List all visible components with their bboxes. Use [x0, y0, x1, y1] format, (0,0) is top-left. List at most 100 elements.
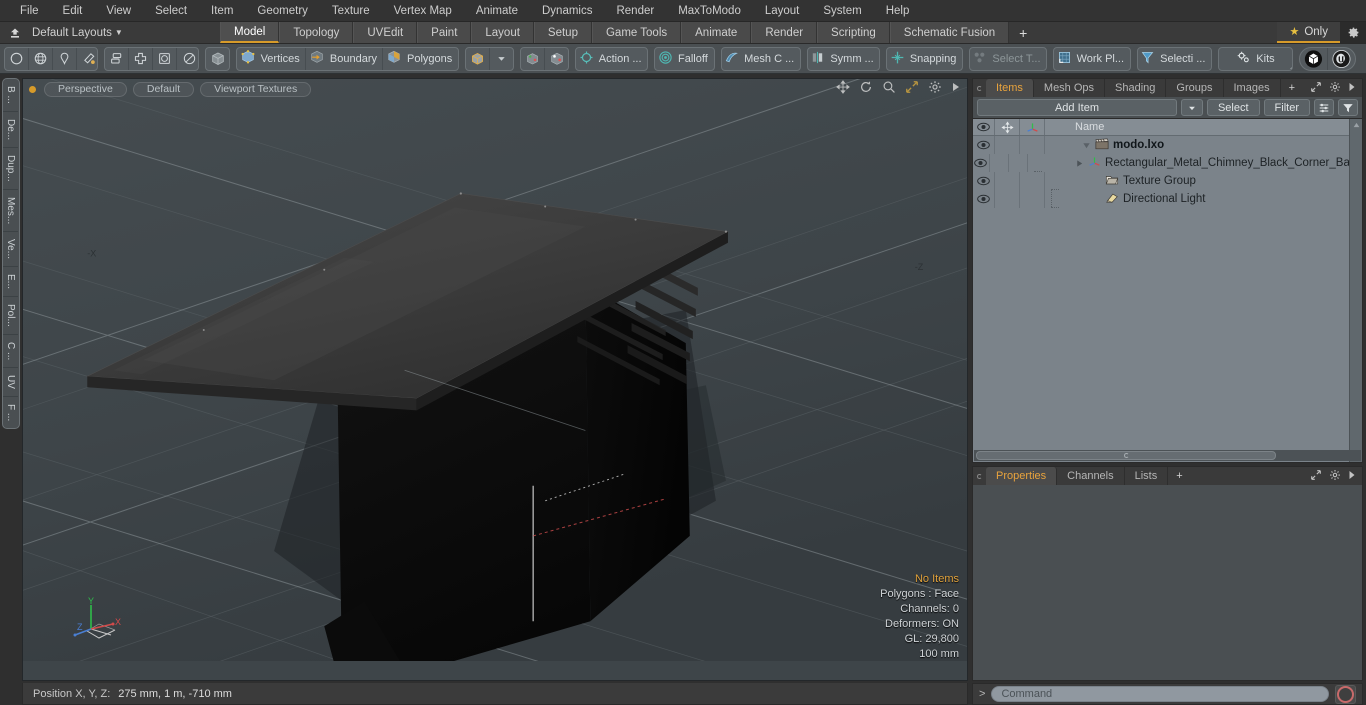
- menu-item-texture[interactable]: Texture: [320, 0, 382, 22]
- row-eye-icon[interactable]: [973, 172, 995, 190]
- hscrollbar-thumb[interactable]: [976, 451, 1276, 460]
- row-axis-cell[interactable]: [1020, 136, 1045, 154]
- menu-item-system[interactable]: System: [811, 0, 873, 22]
- symmetry-button[interactable]: Symm ...: [808, 48, 880, 70]
- circle-icon[interactable]: [177, 48, 197, 70]
- left-tab-polygon[interactable]: Pol...: [3, 297, 18, 335]
- items-tree-hscrollbar[interactable]: [974, 450, 1361, 461]
- gear-icon[interactable]: [1329, 469, 1341, 484]
- chevron-down-icon[interactable]: [1180, 99, 1203, 116]
- more-arrow-icon[interactable]: [1348, 82, 1356, 95]
- menu-item-geometry[interactable]: Geometry: [245, 0, 320, 22]
- cube-item-icon[interactable]: [206, 48, 229, 70]
- tab-items[interactable]: Items: [986, 79, 1034, 97]
- menu-item-help[interactable]: Help: [874, 0, 922, 22]
- more-arrow-icon[interactable]: [1348, 470, 1356, 483]
- mesh-constraint-button[interactable]: Mesh C ...: [722, 48, 800, 70]
- tab-properties[interactable]: Properties: [986, 467, 1058, 485]
- layout-tab-model[interactable]: Model: [220, 22, 280, 43]
- row-move-cell[interactable]: [990, 154, 1009, 172]
- layout-tab-topology[interactable]: Topology: [279, 22, 354, 43]
- tab-mesh-ops[interactable]: Mesh Ops: [1033, 79, 1106, 97]
- table-row[interactable]: Texture Group: [973, 172, 1362, 190]
- twisty-down-icon[interactable]: [1081, 141, 1091, 150]
- row-name-cell[interactable]: modo.lxo: [1045, 136, 1362, 154]
- viewport-shading-dropdown[interactable]: Default: [132, 81, 195, 97]
- tab-lists[interactable]: Lists: [1124, 467, 1169, 485]
- default-layouts-dropdown[interactable]: Default Layouts ▼: [26, 27, 123, 39]
- row-name-cell[interactable]: Texture Group: [1045, 172, 1362, 190]
- chevron-down-icon[interactable]: [490, 48, 513, 70]
- add-layout-tab-button[interactable]: +: [1009, 22, 1038, 43]
- column-axis-gizmo-icon[interactable]: [1020, 119, 1045, 135]
- left-tab-edge[interactable]: E...: [3, 267, 18, 297]
- tab-images[interactable]: Images: [1223, 79, 1281, 97]
- add-item-button[interactable]: Add Item: [977, 99, 1177, 116]
- menu-item-select[interactable]: Select: [143, 0, 199, 22]
- menu-item-item[interactable]: Item: [199, 0, 245, 22]
- viewport-gear-icon[interactable]: [928, 80, 942, 97]
- left-tab-duplicate[interactable]: Dup...: [3, 148, 18, 190]
- layout-tab-schematic-fusion[interactable]: Schematic Fusion: [889, 22, 1010, 43]
- polygons-button[interactable]: Polygons: [383, 48, 457, 70]
- square-circle-icon[interactable]: [153, 47, 178, 70]
- lasso-select-icon[interactable]: [53, 47, 77, 70]
- falloff-button[interactable]: Falloff: [655, 48, 713, 70]
- pan-icon[interactable]: [836, 80, 850, 97]
- home-up-icon[interactable]: [4, 23, 26, 43]
- viewport-3d[interactable]: -X -Z Perspective Default Viewport Textu…: [22, 78, 968, 681]
- table-row[interactable]: Rectangular_Metal_Chimney_Black_Corner_B…: [973, 154, 1362, 172]
- boundary-button[interactable]: Boundary: [306, 47, 384, 70]
- viewport-textures-dropdown[interactable]: Viewport Textures: [200, 81, 312, 97]
- snapping-button[interactable]: Snapping: [887, 48, 962, 70]
- twisty-right-icon[interactable]: [1074, 159, 1084, 168]
- fit-view-icon[interactable]: [905, 80, 919, 97]
- layout-tab-game-tools[interactable]: Game Tools: [591, 22, 682, 43]
- left-tab-fusion[interactable]: F ...: [3, 397, 18, 428]
- menu-item-layout[interactable]: Layout: [753, 0, 812, 22]
- left-tab-uv[interactable]: UV: [3, 368, 18, 397]
- left-tab-basic[interactable]: B ...: [3, 79, 18, 112]
- layout-tab-render[interactable]: Render: [751, 22, 818, 43]
- gear-icon[interactable]: [1329, 81, 1341, 96]
- row-eye-icon[interactable]: [973, 154, 990, 172]
- menu-item-file[interactable]: File: [8, 0, 51, 22]
- left-tab-mesh-edit[interactable]: Mes...: [3, 190, 18, 232]
- expand-arrows-icon[interactable]: [1310, 81, 1322, 96]
- layout-tab-uvedit[interactable]: UVEdit: [353, 22, 418, 43]
- menu-item-render[interactable]: Render: [604, 0, 666, 22]
- row-move-cell[interactable]: [995, 190, 1020, 208]
- pane-grip-icon[interactable]: [973, 79, 986, 97]
- unreal-engine-icon[interactable]: [1328, 48, 1355, 70]
- zoom-magnifier-icon[interactable]: [882, 80, 896, 97]
- tab-shading[interactable]: Shading: [1105, 79, 1167, 97]
- left-tab-curve[interactable]: C ...: [3, 335, 18, 369]
- globe-select-icon[interactable]: [29, 47, 53, 70]
- filter-button[interactable]: Filter: [1263, 99, 1310, 116]
- cube-gold-icon[interactable]: [466, 47, 490, 70]
- menu-item-view[interactable]: View: [94, 0, 143, 22]
- pane-grip-icon[interactable]: [973, 467, 986, 485]
- expand-arrows-icon[interactable]: [1310, 469, 1322, 484]
- row-move-cell[interactable]: [995, 136, 1020, 154]
- cube-snapshot-a-icon[interactable]: [521, 47, 545, 70]
- selection-set-button[interactable]: Selecti ...: [1138, 48, 1211, 70]
- row-name-cell[interactable]: Directional Light: [1045, 190, 1362, 208]
- column-move-crosshair-icon[interactable]: [995, 119, 1020, 135]
- gear-icon[interactable]: [1340, 22, 1366, 43]
- tab-channels[interactable]: Channels: [1057, 467, 1125, 485]
- layout-tab-layout[interactable]: Layout: [471, 22, 534, 43]
- command-input[interactable]: [991, 686, 1329, 702]
- row-axis-cell[interactable]: [1020, 190, 1045, 208]
- row-name-cell[interactable]: Rectangular_Metal_Chimney_Black_Corner_B…: [1028, 154, 1362, 172]
- row-eye-icon[interactable]: [973, 136, 995, 154]
- stack-icon[interactable]: [105, 47, 130, 70]
- vertices-button[interactable]: Vertices: [237, 47, 307, 70]
- row-eye-icon[interactable]: [973, 190, 995, 208]
- viewport-canvas[interactable]: -X -Z: [23, 79, 967, 662]
- add-properties-tab-button[interactable]: +: [1168, 467, 1191, 485]
- add-items-tab-button[interactable]: +: [1280, 79, 1304, 97]
- column-visibility-eye-icon[interactable]: [973, 119, 995, 135]
- row-axis-cell[interactable]: [1009, 154, 1029, 172]
- cube-snapshot-b-icon[interactable]: [545, 48, 568, 70]
